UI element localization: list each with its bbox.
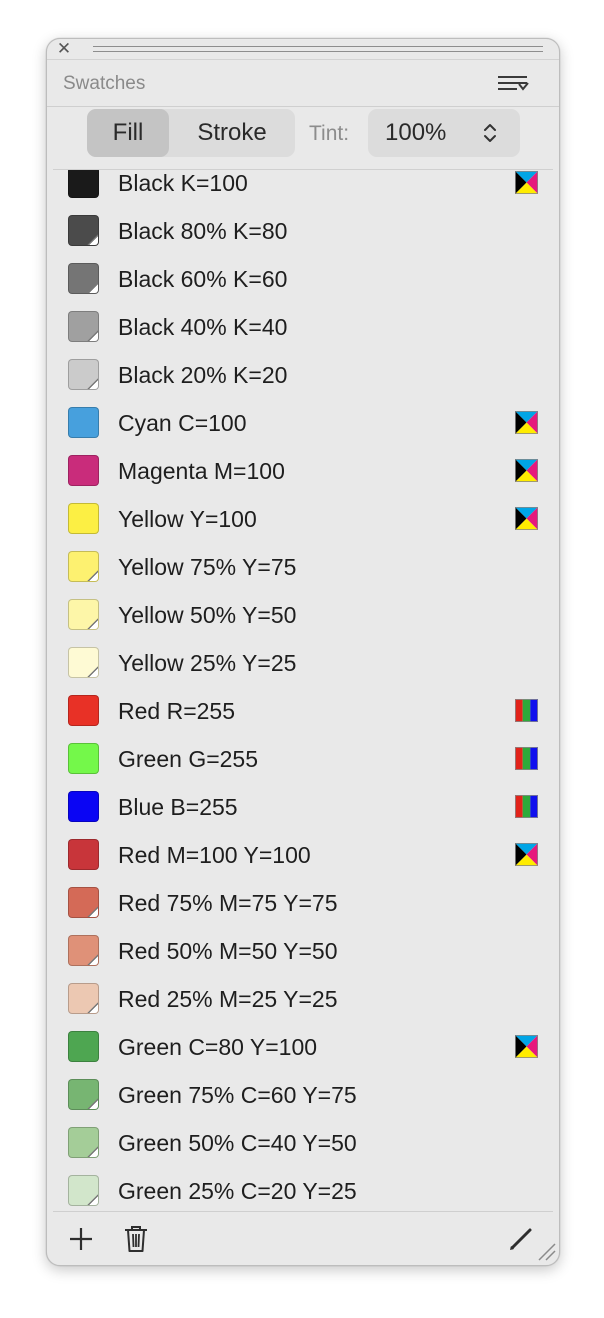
- rgb-icon: [515, 699, 538, 722]
- swatch-name: Green 50% C=40 Y=50: [118, 1130, 357, 1156]
- swatch-color-chip: [68, 359, 99, 390]
- cmyk-process-icon: [515, 459, 538, 482]
- swatch-name: Cyan C=100: [118, 410, 247, 436]
- drag-grip[interactable]: [93, 46, 543, 52]
- swatch-row[interactable]: Black 20% K=20: [53, 351, 553, 399]
- pencil-icon[interactable]: [508, 1226, 534, 1252]
- swatches-panel: ✕ Swatches Fill Stroke Tint: 100% Black …: [46, 38, 560, 1266]
- trash-icon[interactable]: [123, 1224, 149, 1254]
- tint-value: 100%: [385, 119, 447, 146]
- swatch-list[interactable]: Black K=100 Black 80% K=80 Black 60% K=60 B…: [53, 169, 553, 1212]
- swatch-row[interactable]: Red 75% M=75 Y=75: [53, 879, 553, 927]
- resize-grip-icon[interactable]: [535, 1240, 557, 1262]
- swatch-color-chip: [68, 599, 99, 630]
- rgb-icon: [515, 747, 538, 770]
- swatch-row[interactable]: Green C=80 Y=100: [53, 1023, 553, 1071]
- swatch-name: Yellow 25% Y=25: [118, 650, 297, 676]
- swatch-row[interactable]: Yellow 50% Y=50: [53, 591, 553, 639]
- swatch-color-chip: [68, 935, 99, 966]
- panel-title[interactable]: Swatches: [63, 73, 145, 95]
- swatch-name: Yellow Y=100: [118, 506, 257, 532]
- cmyk-process-icon: [515, 411, 538, 434]
- swatch-name: Red 50% M=50 Y=50: [118, 938, 338, 964]
- swatch-name: Black 80% K=80: [118, 218, 288, 244]
- fill-stroke-toggle: Fill Stroke: [87, 109, 295, 157]
- swatch-row[interactable]: Yellow Y=100: [53, 495, 553, 543]
- swatch-row[interactable]: Cyan C=100: [53, 399, 553, 447]
- swatch-color-chip: [68, 263, 99, 294]
- swatch-name: Green C=80 Y=100: [118, 1034, 318, 1060]
- swatch-row[interactable]: Red R=255: [53, 687, 553, 735]
- swatch-color-chip: [68, 1079, 99, 1110]
- swatch-row[interactable]: Magenta M=100: [53, 447, 553, 495]
- swatch-color-chip: [68, 647, 99, 678]
- swatch-list-rows: Black K=100 Black 80% K=80 Black 60% K=60 B…: [53, 170, 553, 1212]
- swatch-row[interactable]: Black K=100: [53, 170, 553, 207]
- swatch-name: Red M=100 Y=100: [118, 842, 311, 868]
- swatch-color-chip: [68, 311, 99, 342]
- swatch-color-chip: [68, 887, 99, 918]
- fill-button[interactable]: Fill: [87, 109, 169, 157]
- swatch-name: Green 75% C=60 Y=75: [118, 1082, 357, 1108]
- swatch-color-chip: [68, 1175, 99, 1206]
- swatch-row[interactable]: Green G=255: [53, 735, 553, 783]
- swatch-row[interactable]: Green 25% C=20 Y=25: [53, 1167, 553, 1212]
- swatch-row[interactable]: Red 25% M=25 Y=25: [53, 975, 553, 1023]
- swatch-name: Red 25% M=25 Y=25: [118, 986, 338, 1012]
- swatch-color-chip: [68, 503, 99, 534]
- swatch-row[interactable]: Red M=100 Y=100: [53, 831, 553, 879]
- swatch-name: Green G=255: [118, 746, 259, 772]
- close-icon[interactable]: ✕: [55, 40, 73, 58]
- stroke-button[interactable]: Stroke: [169, 109, 295, 157]
- swatch-name: Black 60% K=60: [118, 266, 288, 292]
- swatch-row[interactable]: Yellow 25% Y=25: [53, 639, 553, 687]
- rgb-icon: [515, 795, 538, 818]
- panel-footer: [53, 1211, 556, 1265]
- swatch-name: Green 25% C=20 Y=25: [118, 1178, 357, 1204]
- swatch-color-chip: [68, 695, 99, 726]
- swatch-row[interactable]: Green 75% C=60 Y=75: [53, 1071, 553, 1119]
- swatch-color-chip: [68, 215, 99, 246]
- swatch-color-chip: [68, 743, 99, 774]
- swatch-name: Black 40% K=40: [118, 314, 288, 340]
- cmyk-process-icon: [515, 171, 538, 194]
- tint-label: Tint:: [309, 122, 350, 145]
- swatch-row[interactable]: Black 40% K=40: [53, 303, 553, 351]
- swatch-color-chip: [68, 170, 99, 198]
- swatch-color-chip: [68, 839, 99, 870]
- tint-select[interactable]: 100%: [368, 109, 520, 157]
- swatch-row[interactable]: Green 50% C=40 Y=50: [53, 1119, 553, 1167]
- panel-tab-bar: Swatches: [47, 59, 559, 107]
- swatch-color-chip: [68, 1127, 99, 1158]
- swatch-name: Yellow 75% Y=75: [118, 554, 297, 580]
- plus-icon[interactable]: [68, 1226, 94, 1252]
- swatch-color-chip: [68, 455, 99, 486]
- cmyk-process-icon: [515, 1035, 538, 1058]
- cmyk-process-icon: [515, 843, 538, 866]
- swatch-name: Black K=100: [118, 170, 248, 196]
- swatch-name: Red R=255: [118, 698, 235, 724]
- panel-menu-icon[interactable]: [495, 72, 531, 96]
- swatch-row[interactable]: Black 80% K=80: [53, 207, 553, 255]
- swatch-color-chip: [68, 407, 99, 438]
- swatch-name: Black 20% K=20: [118, 362, 288, 388]
- swatch-name: Blue B=255: [118, 794, 238, 820]
- swatch-row[interactable]: Black 60% K=60: [53, 255, 553, 303]
- swatch-row[interactable]: Blue B=255: [53, 783, 553, 831]
- up-down-chevron-icon: [484, 124, 496, 142]
- swatch-row[interactable]: Red 50% M=50 Y=50: [53, 927, 553, 975]
- swatch-color-chip: [68, 983, 99, 1014]
- cmyk-process-icon: [515, 507, 538, 530]
- swatch-color-chip: [68, 551, 99, 582]
- panel-titlebar[interactable]: ✕: [47, 39, 559, 59]
- swatch-name: Red 75% M=75 Y=75: [118, 890, 338, 916]
- swatch-name: Magenta M=100: [118, 458, 285, 484]
- swatch-row[interactable]: Yellow 75% Y=75: [53, 543, 553, 591]
- swatch-name: Yellow 50% Y=50: [118, 602, 297, 628]
- swatch-color-chip: [68, 791, 99, 822]
- swatch-color-chip: [68, 1031, 99, 1062]
- fill-stroke-controls: Fill Stroke Tint: 100%: [47, 107, 559, 169]
